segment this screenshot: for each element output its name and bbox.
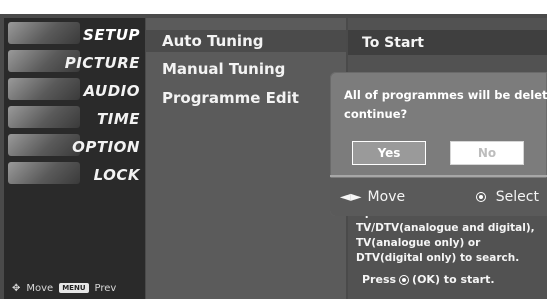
no-button[interactable]: No: [450, 141, 524, 165]
yes-button[interactable]: Yes: [352, 141, 426, 165]
submenu-item-label: Manual Tuning: [162, 60, 286, 78]
submenu-panel: Auto Tuning Manual Tuning Programme Edit: [146, 18, 346, 299]
tv-menu-screen: SETUP PICTURE AUDIO TIME OPTION LOCK ✥ M…: [0, 14, 547, 299]
audio-icon: [8, 78, 80, 100]
menu-item-lock[interactable]: LOCK: [76, 163, 140, 186]
submenu-item-auto-tuning[interactable]: Auto Tuning: [162, 30, 263, 52]
confirm-dialog: All of programmes will be deleted contin…: [330, 72, 547, 216]
press-instruction: Press (OK) to start.: [362, 273, 495, 286]
menu-item-label: TIME: [97, 109, 140, 128]
submenu-item-label: Auto Tuning: [162, 32, 264, 50]
main-menu: SETUP PICTURE AUDIO TIME OPTION LOCK ✥ M…: [4, 18, 145, 299]
dialog-select-label: Select: [495, 189, 539, 205]
menu-button-icon: MENU: [59, 283, 89, 293]
menu-item-label: LOCK: [93, 165, 140, 184]
submenu-item-programme-edit[interactable]: Programme Edit: [162, 87, 299, 109]
press-suffix: (OK) to start.: [412, 273, 495, 286]
dialog-line-2: continue?: [344, 107, 408, 121]
menu-item-label: AUDIO: [83, 81, 140, 100]
move-icon: ✥: [12, 282, 21, 294]
ok-button-icon: [399, 274, 410, 285]
dialog-message: All of programmes will be deleted contin…: [344, 86, 547, 124]
clock-icon: [8, 106, 80, 128]
menu-footer: ✥ Move MENU Prev: [12, 279, 139, 297]
ok-button-icon: [475, 192, 486, 202]
menu-item-picture[interactable]: PICTURE: [65, 51, 140, 74]
menu-item-label: OPTION: [72, 137, 140, 156]
left-right-arrows-icon: ◄►: [340, 189, 362, 205]
press-prefix: Press: [362, 273, 397, 286]
tv-setup-icon: [8, 22, 80, 44]
move-label: Move: [26, 282, 54, 294]
select-hint: Select: [475, 189, 547, 205]
dialog-move-label: Move: [367, 189, 406, 205]
menu-item-option[interactable]: OPTION: [72, 135, 140, 158]
menu-item-label: PICTURE: [64, 53, 140, 72]
panel-header: To Start: [348, 30, 547, 55]
submenu-item-label: Programme Edit: [162, 89, 299, 107]
lock-icon: [8, 162, 80, 184]
dialog-divider: [330, 175, 547, 177]
menu-item-setup[interactable]: SETUP: [76, 23, 140, 46]
submenu-item-manual-tuning[interactable]: Manual Tuning: [162, 58, 285, 80]
option-icon: [8, 134, 80, 156]
dialog-line-1: All of programmes will be deleted: [344, 88, 547, 102]
menu-item-time[interactable]: TIME: [76, 107, 140, 130]
prev-label: Prev: [94, 282, 117, 294]
menu-item-audio[interactable]: AUDIO: [76, 79, 140, 102]
menu-item-label: SETUP: [83, 25, 140, 44]
dialog-footer: ◄► Move Select: [330, 178, 547, 216]
move-hint: ◄► Move: [330, 189, 405, 205]
